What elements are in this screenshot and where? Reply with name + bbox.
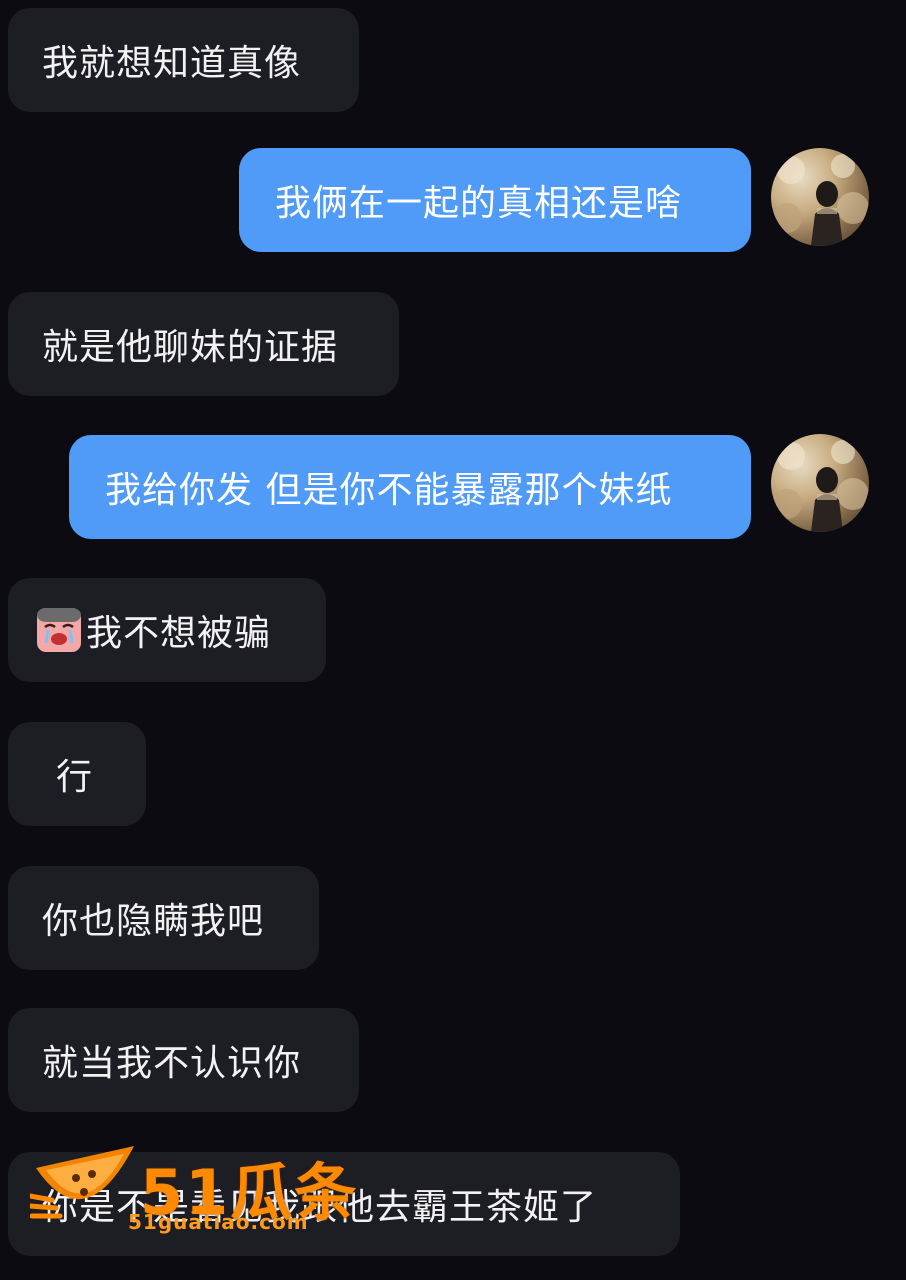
message-text: 你是不是看见我跟他去霸王茶姬了 bbox=[42, 1187, 598, 1228]
message-bubble-incoming[interactable]: 你是不是看见我跟他去霸王茶姬了 bbox=[8, 1152, 680, 1256]
message-bubble-incoming[interactable]: 你也隐瞒我吧 bbox=[8, 866, 319, 970]
crying-face-sticker-icon bbox=[37, 608, 81, 652]
message-bubble-outgoing[interactable]: 我给你发 但是你不能暴露那个妹纸 bbox=[69, 435, 751, 539]
message-bubble-incoming[interactable]: 就是他聊妹的证据 bbox=[8, 292, 399, 396]
message-text: 我不想被骗 bbox=[86, 613, 272, 654]
message-text: 我就想知道真像 bbox=[42, 43, 302, 84]
message-text: 你也隐瞒我吧 bbox=[42, 901, 265, 942]
user-avatar[interactable] bbox=[771, 148, 869, 246]
message-text: 就是他聊妹的证据 bbox=[42, 327, 339, 368]
message-text: 我给你发 但是你不能暴露那个妹纸 bbox=[105, 470, 673, 511]
message-text: 我俩在一起的真相还是啥 bbox=[275, 183, 683, 224]
message-bubble-incoming[interactable]: 行 bbox=[8, 722, 146, 826]
message-text: 就当我不认识你 bbox=[42, 1043, 302, 1084]
user-avatar[interactable] bbox=[771, 434, 869, 532]
avatar-photo-icon bbox=[772, 154, 869, 246]
message-bubble-incoming[interactable]: 我不想被骗 bbox=[8, 578, 326, 682]
avatar-photo-icon bbox=[772, 440, 869, 532]
message-bubble-incoming[interactable]: 就当我不认识你 bbox=[8, 1008, 359, 1112]
message-text: 行 bbox=[56, 757, 94, 798]
message-bubble-incoming[interactable]: 我就想知道真像 bbox=[8, 8, 359, 112]
chat-thread: 我就想知道真像 我俩在一起的真相还是啥 就是他聊妹的证据 我给你发 但是你不能暴… bbox=[0, 0, 906, 1280]
message-bubble-outgoing[interactable]: 我俩在一起的真相还是啥 bbox=[239, 148, 751, 252]
